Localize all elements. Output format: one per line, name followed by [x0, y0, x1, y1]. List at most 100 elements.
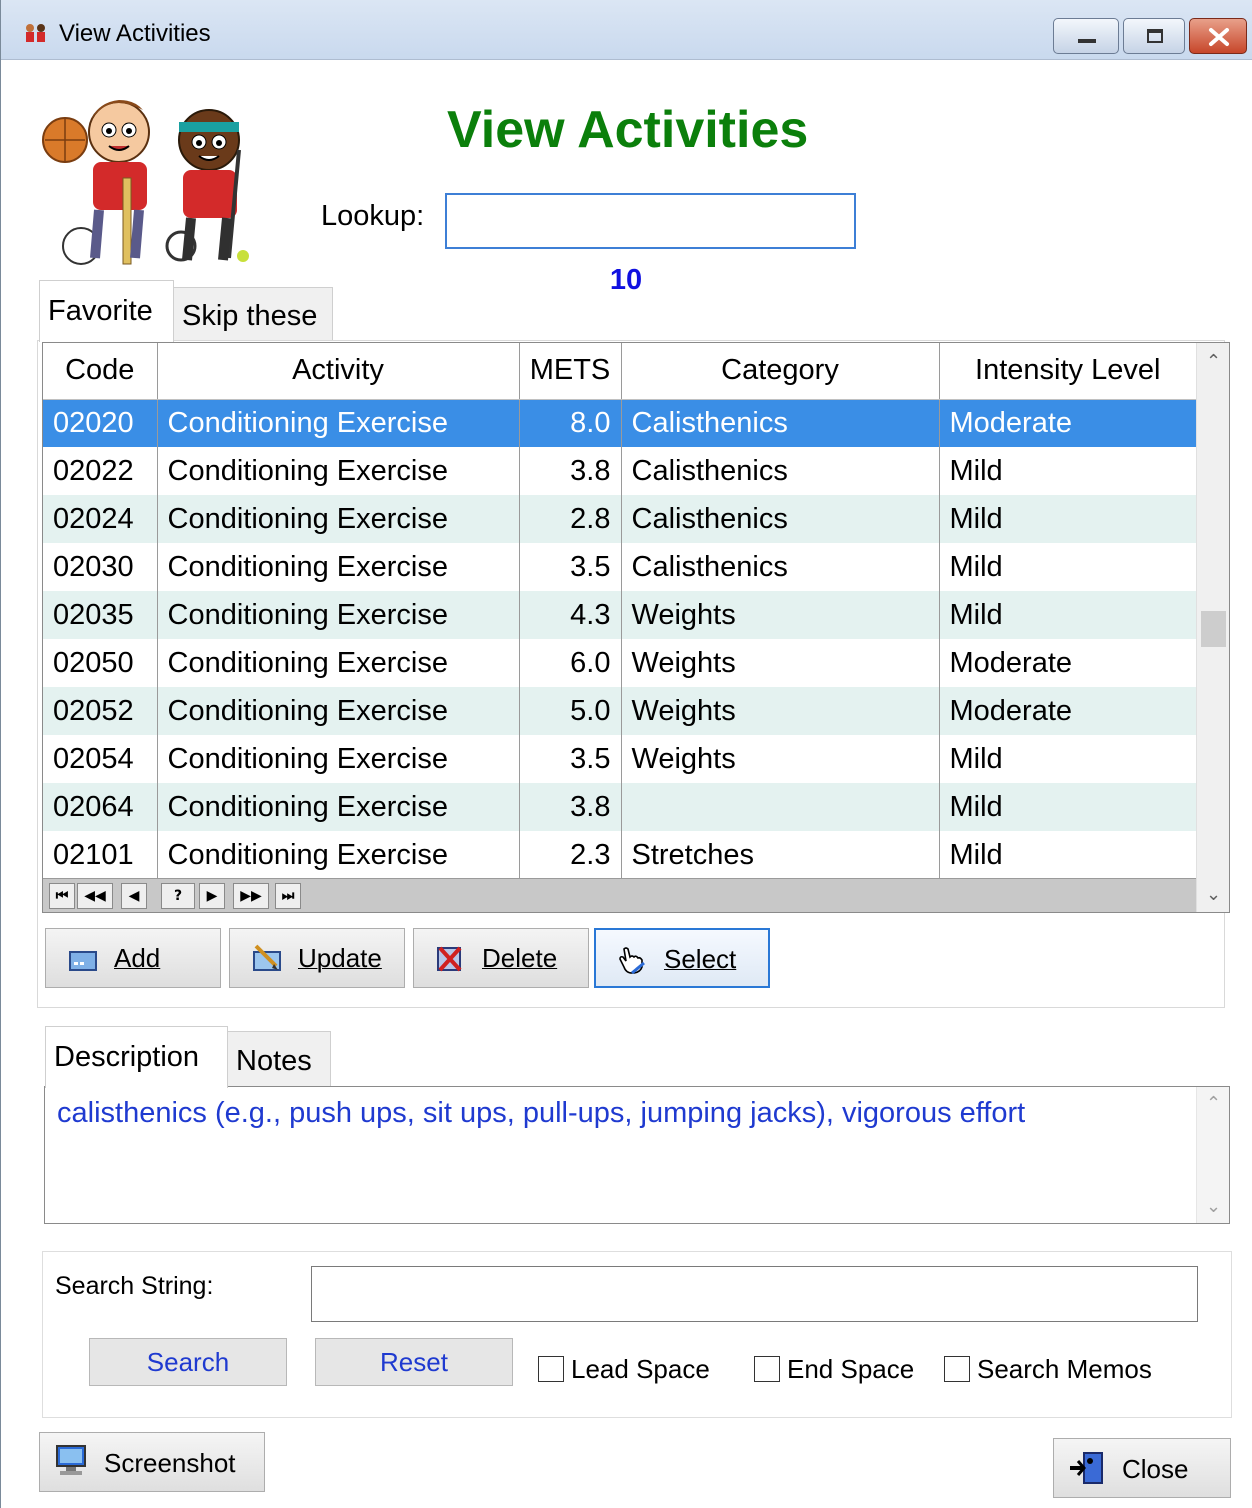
search-button[interactable]: Search — [89, 1338, 287, 1386]
cell-intensity: Mild — [939, 495, 1196, 543]
cell-intensity: Moderate — [939, 399, 1196, 447]
add-record-icon — [69, 951, 97, 971]
add-button-label: Add — [114, 943, 161, 973]
lookup-input[interactable] — [445, 193, 856, 249]
cell-code: 02030 — [43, 543, 158, 591]
restore-icon — [1147, 29, 1163, 43]
column-header-intensity[interactable]: Intensity Level — [939, 343, 1196, 400]
cell-activity: Conditioning Exercise — [157, 639, 520, 687]
record-navigator: ⏮ ◀◀ ◀ ? ▶ ▶▶ ⏭ — [43, 878, 1196, 912]
page-title: View Activities — [447, 101, 809, 159]
reset-button[interactable]: Reset — [315, 1338, 513, 1386]
end-space-label[interactable]: End Space — [787, 1354, 914, 1385]
table-row[interactable]: 02035 Conditioning Exercise 4.3 Weights Mild — [43, 591, 1196, 639]
cell-activity: Conditioning Exercise — [157, 591, 520, 639]
grid-vertical-scrollbar[interactable]: ⌃ ⌄ — [1196, 343, 1229, 912]
table-row[interactable]: 02054 Conditioning Exercise 3.5 Weights Mild — [43, 735, 1196, 783]
cell-mets: 3.5 — [519, 543, 622, 591]
lead-space-label[interactable]: Lead Space — [571, 1354, 710, 1385]
kids-sports-logo — [42, 100, 249, 265]
close-window-button[interactable] — [1189, 18, 1247, 54]
column-header-category[interactable]: Category — [621, 343, 940, 400]
memo-scroll-down-icon[interactable]: ⌄ — [1197, 1196, 1230, 1217]
table-row[interactable]: 02064 Conditioning Exercise 3.8 Mild — [43, 783, 1196, 831]
nav-next-icon[interactable]: ▶ — [199, 883, 225, 909]
nav-first-icon[interactable]: ⏮ — [49, 883, 75, 909]
table-row[interactable]: 02020 Conditioning Exercise 8.0 Calisthenic… — [43, 399, 1196, 447]
close-icon — [1209, 28, 1229, 46]
cell-mets: 3.8 — [519, 783, 622, 831]
cell-activity: Conditioning Exercise — [157, 495, 520, 543]
update-button-label: Update — [298, 943, 382, 973]
cell-activity: Conditioning Exercise — [157, 543, 520, 591]
screenshot-button[interactable]: Screenshot — [39, 1432, 265, 1492]
column-header-code[interactable]: Code — [43, 343, 158, 400]
nav-prev-page-icon[interactable]: ◀◀ — [77, 883, 113, 909]
table-row[interactable]: 02022 Conditioning Exercise 3.8 Calisthenic… — [43, 447, 1196, 495]
add-button[interactable]: Add — [45, 928, 221, 988]
lead-space-checkbox[interactable] — [538, 1356, 564, 1382]
minimize-button[interactable] — [1053, 18, 1119, 54]
tab-favorite[interactable]: Favorite — [39, 280, 174, 342]
nav-last-icon[interactable]: ⏭ — [275, 883, 301, 909]
description-scrollbar[interactable]: ⌃ ⌄ — [1196, 1087, 1229, 1223]
nav-help-icon[interactable]: ? — [161, 883, 195, 909]
table-row[interactable]: 02050 Conditioning Exercise 6.0 Weights Mode… — [43, 639, 1196, 687]
view-activities-window: View Activities View Activities Lookup: … — [0, 0, 1252, 1508]
cell-activity: Conditioning Exercise — [157, 399, 520, 447]
delete-button[interactable]: Delete — [413, 928, 589, 988]
cell-category: Calisthenics — [621, 399, 940, 447]
update-button[interactable]: Update — [229, 928, 405, 988]
nav-prev-icon[interactable]: ◀ — [121, 883, 147, 909]
cell-code: 02022 — [43, 447, 158, 495]
table-row[interactable]: 02101 Conditioning Exercise 2.3 Stretches Mi… — [43, 831, 1196, 879]
close-label: Close — [1122, 1454, 1189, 1484]
monitor-icon — [56, 1445, 86, 1475]
close-button[interactable]: Close — [1053, 1438, 1231, 1498]
table-row[interactable]: 02030 Conditioning Exercise 3.5 Calisthenic… — [43, 543, 1196, 591]
memo-scroll-up-icon[interactable]: ⌃ — [1197, 1093, 1230, 1114]
cell-code: 02050 — [43, 639, 158, 687]
cell-intensity: Moderate — [949, 646, 1073, 679]
table-body: 02020 Conditioning Exercise 8.0 Calisthenic… — [43, 399, 1196, 879]
nav-next-page-icon[interactable]: ▶▶ — [233, 883, 269, 909]
search-memos-checkbox[interactable] — [944, 1356, 970, 1382]
scroll-down-icon[interactable]: ⌄ — [1197, 880, 1229, 910]
cell-mets: 3.5 — [519, 735, 622, 783]
title-bar: View Activities — [1, 0, 1252, 60]
cell-mets: 8.0 — [519, 399, 622, 447]
cell-activity: Conditioning Exercise — [157, 687, 520, 735]
tab-skip-these[interactable]: Skip these — [173, 287, 333, 342]
column-header-mets[interactable]: METS — [519, 343, 622, 400]
cell-mets: 4.3 — [519, 591, 622, 639]
cell-intensity: Mild — [949, 742, 1003, 775]
cell-category: Weights — [621, 591, 940, 639]
exit-door-icon — [1070, 1452, 1103, 1484]
search-string-input[interactable] — [311, 1266, 1198, 1322]
cell-mets: 5.0 — [519, 687, 622, 735]
app-icon — [26, 24, 45, 42]
description-memo[interactable]: calisthenics (e.g., push ups, sit ups, p… — [44, 1086, 1230, 1224]
activities-grid: Code Activity METS Category Intensity Le… — [42, 342, 1230, 913]
tab-description[interactable]: Description — [45, 1026, 228, 1088]
cell-activity: Conditioning Exercise — [157, 735, 520, 783]
cell-category: Weights — [621, 639, 940, 687]
table-header-row: Code Activity METS Category Intensity Le… — [43, 343, 1196, 400]
scroll-thumb[interactable] — [1201, 611, 1226, 647]
table-row[interactable]: 02024 Conditioning Exercise 2.8 Calisthenic… — [43, 495, 1196, 543]
cell-category: Stretches — [621, 831, 940, 879]
cell-intensity: Moderate — [939, 687, 1196, 735]
scroll-up-icon[interactable]: ⌃ — [1197, 347, 1229, 377]
search-string-label: Search String: — [55, 1272, 214, 1300]
maximize-button[interactable] — [1123, 18, 1185, 54]
search-memos-label[interactable]: Search Memos — [977, 1354, 1152, 1385]
edit-record-icon — [253, 944, 281, 971]
select-button[interactable]: Select — [594, 928, 770, 988]
minimize-icon — [1078, 39, 1096, 43]
table-row[interactable]: 02052 Conditioning Exercise 5.0 Weights Mode… — [43, 687, 1196, 735]
tab-notes[interactable]: Notes — [227, 1031, 331, 1088]
end-space-checkbox[interactable] — [754, 1356, 780, 1382]
column-header-activity[interactable]: Activity — [157, 343, 520, 400]
cell-code: 02054 — [43, 735, 158, 783]
cell-category: Calisthenics — [621, 495, 940, 543]
